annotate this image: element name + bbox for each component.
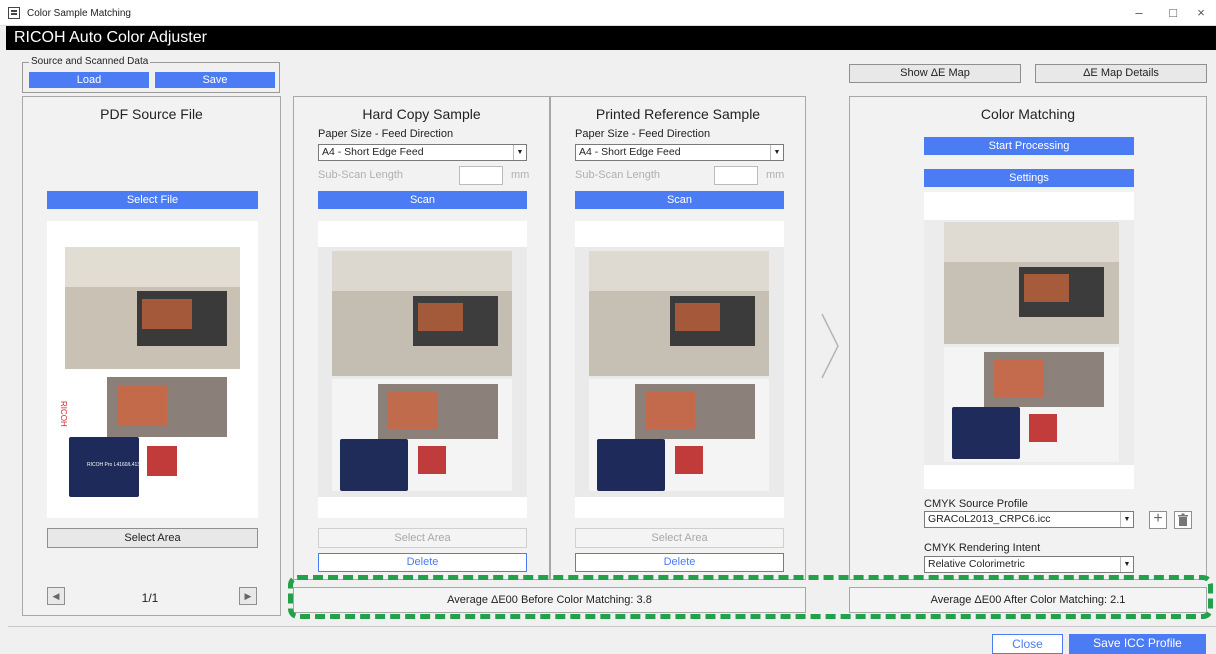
title-bar: Color Sample Matching – □ × xyxy=(0,0,1216,26)
pdf-panel-title: PDF Source File xyxy=(100,106,203,122)
page-indicator: 1/1 xyxy=(141,591,159,605)
cmyk-source-profile-select[interactable]: GRACoL2013_CRPC6.icc ▼ xyxy=(924,511,1134,528)
close-button[interactable]: Close xyxy=(992,634,1063,654)
printed-reference-paper-label: Paper Size - Feed Direction xyxy=(575,128,711,140)
doc-brand-text: RICOH xyxy=(59,401,68,427)
add-profile-icon[interactable]: + xyxy=(1149,511,1167,529)
minimize-button[interactable]: – xyxy=(1122,4,1156,22)
settings-button[interactable]: Settings xyxy=(924,169,1134,187)
printed-reference-paper-value: A4 - Short Edge Feed xyxy=(579,146,681,158)
cmyk-source-profile-value: GRACoL2013_CRPC6.icc xyxy=(928,513,1051,525)
cmyk-rendering-intent-value: Relative Colorimetric xyxy=(928,558,1025,570)
hard-copy-paper-value: A4 - Short Edge Feed xyxy=(322,146,424,158)
printed-reference-paper-select[interactable]: A4 - Short Edge Feed ▼ xyxy=(575,144,784,161)
chevron-down-icon: ▼ xyxy=(513,145,526,160)
hard-copy-scan-button[interactable]: Scan xyxy=(318,191,527,209)
results-highlight xyxy=(288,575,1213,619)
doc-product-text: RICOH Pro L4160/L4130 xyxy=(87,462,143,468)
printed-reference-delete-button[interactable]: Delete xyxy=(575,553,784,572)
hard-copy-delete-button[interactable]: Delete xyxy=(318,553,527,572)
printed-reference-scan-thumbnail xyxy=(575,247,784,497)
cmyk-source-profile-label: CMYK Source Profile xyxy=(924,498,1028,510)
cmyk-rendering-intent-label: CMYK Rendering Intent xyxy=(924,542,1041,554)
printed-reference-subscan-label: Sub-Scan Length xyxy=(575,169,661,181)
color-matching-title: Color Matching xyxy=(980,106,1076,122)
hard-copy-paper-select[interactable]: A4 - Short Edge Feed ▼ xyxy=(318,144,527,161)
save-icc-profile-button[interactable]: Save ICC Profile xyxy=(1069,634,1206,654)
close-window-button[interactable]: × xyxy=(1184,4,1216,22)
hard-copy-select-area-button[interactable]: Select Area xyxy=(318,528,527,548)
cmyk-rendering-intent-select[interactable]: Relative Colorimetric ▼ xyxy=(924,556,1134,573)
chevron-down-icon: ▼ xyxy=(770,145,783,160)
hard-copy-paper-label: Paper Size - Feed Direction xyxy=(318,128,454,140)
source-data-legend: Source and Scanned Data xyxy=(29,56,151,67)
color-matching-result-thumbnail xyxy=(924,220,1134,465)
color-matching-preview xyxy=(924,192,1134,489)
chevron-down-icon: ▼ xyxy=(1120,512,1133,527)
app-header: RICOH Auto Color Adjuster xyxy=(6,26,1216,50)
app-icon xyxy=(8,7,20,19)
de-map-details-button[interactable]: ΔE Map Details xyxy=(1035,64,1207,83)
printed-reference-subscan-input[interactable] xyxy=(714,166,758,185)
next-page-button[interactable]: ▶ xyxy=(239,587,257,605)
show-de-map-button[interactable]: Show ΔE Map xyxy=(849,64,1021,83)
load-button[interactable]: Load xyxy=(29,72,149,88)
window-title: Color Sample Matching xyxy=(27,8,131,19)
hard-copy-preview xyxy=(318,221,527,518)
start-processing-button[interactable]: Start Processing xyxy=(924,137,1134,155)
pdf-document-thumbnail: RICOH RICOH Pro L4160/L4130 xyxy=(59,247,240,497)
printed-reference-preview xyxy=(575,221,784,518)
printed-reference-scan-button[interactable]: Scan xyxy=(575,191,784,209)
trash-icon[interactable] xyxy=(1174,511,1192,529)
hard-copy-scan-thumbnail xyxy=(318,247,527,497)
pdf-select-area-button[interactable]: Select Area xyxy=(47,528,258,548)
hard-copy-subscan-input[interactable] xyxy=(459,166,503,185)
chevron-down-icon: ▼ xyxy=(1120,557,1133,572)
pdf-preview: RICOH RICOH Pro L4160/L4130 xyxy=(47,221,258,518)
hard-copy-subscan-label: Sub-Scan Length xyxy=(318,169,404,181)
save-button[interactable]: Save xyxy=(155,72,275,88)
hard-copy-title: Hard Copy Sample xyxy=(362,106,481,122)
printed-reference-unit: mm xyxy=(766,169,785,181)
printed-reference-select-area-button[interactable]: Select Area xyxy=(575,528,784,548)
hard-copy-unit: mm xyxy=(511,169,530,181)
bottom-divider xyxy=(8,626,1216,627)
flow-arrow-icon xyxy=(821,313,839,379)
select-file-button[interactable]: Select File xyxy=(47,191,258,209)
prev-page-button[interactable]: ◀ xyxy=(47,587,65,605)
printed-reference-title: Printed Reference Sample xyxy=(595,106,761,122)
